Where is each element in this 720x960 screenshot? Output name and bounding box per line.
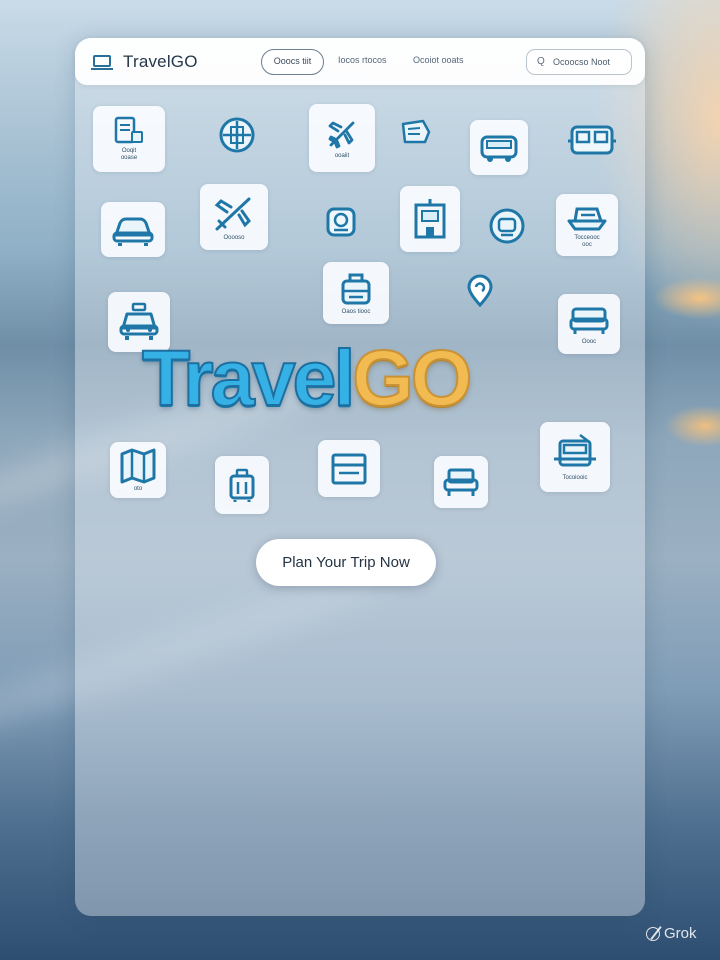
tile-bus[interactable] — [470, 120, 528, 175]
tile-itinerary[interactable]: Ooqit ooase — [93, 106, 165, 172]
search-icon: Q — [537, 56, 545, 67]
laptop-logo-icon — [91, 55, 113, 70]
watermark: Grok — [646, 925, 697, 942]
tile-caption: Tocceooc ooc — [574, 235, 600, 248]
hotel-building-icon — [414, 199, 446, 239]
nav-item-3[interactable]: Ocoiot ooats — [413, 55, 464, 65]
brand-name[interactable]: TravelGO — [123, 52, 198, 72]
globe-icon — [219, 117, 255, 153]
airplane-icon — [328, 121, 355, 148]
tile-sofa[interactable] — [434, 456, 488, 508]
tile-suitcase[interactable] — [215, 456, 269, 514]
tile-calendar[interactable] — [318, 440, 380, 497]
tile-caption: Ooqit ooase — [120, 148, 138, 161]
hero-logo-go: GO — [351, 332, 473, 423]
tile-cruise[interactable]: Tocceooc ooc — [556, 194, 618, 256]
tile-location-pin[interactable] — [462, 272, 498, 310]
passport-icon — [326, 207, 356, 237]
tile-map[interactable]: oto — [110, 442, 166, 498]
nav-item-1[interactable]: Ooocs tiit — [261, 49, 324, 75]
tile-tram[interactable]: Tocoiooic — [540, 422, 610, 492]
tile-bed[interactable]: Oooc — [558, 294, 620, 354]
calendar-icon — [331, 453, 367, 484]
compass-icon — [489, 208, 525, 244]
tile-compass[interactable] — [488, 206, 526, 246]
tile-airplane[interactable]: ooaiit — [309, 104, 375, 172]
car-icon — [112, 217, 154, 246]
map-icon — [120, 448, 156, 483]
plan-trip-button[interactable]: Plan Your Trip Now — [256, 539, 436, 586]
tile-caption: Oooc — [581, 338, 597, 345]
grok-logo-icon — [646, 926, 660, 941]
nav-item-2[interactable]: Iocos rtocos — [338, 55, 387, 65]
hero-logo: TravelGO — [141, 330, 473, 426]
tile-plane-departure[interactable]: Ooooso — [200, 184, 268, 250]
watermark-text: Grok — [664, 925, 697, 942]
tile-train[interactable] — [564, 118, 620, 164]
tile-caption: ooaiit — [334, 152, 350, 159]
sofa-icon — [443, 468, 479, 496]
luggage-icon — [341, 273, 371, 304]
tile-caption: oto — [133, 485, 143, 492]
tile-caption: Ooooso — [223, 234, 245, 241]
bus-icon — [480, 135, 518, 162]
itinerary-icon — [114, 116, 143, 144]
tile-globe[interactable] — [216, 114, 258, 156]
ticket-icon — [401, 119, 431, 144]
train-icon — [568, 125, 616, 155]
suitcase-icon — [229, 468, 255, 502]
tile-hotel-building[interactable] — [400, 186, 460, 252]
hero-logo-travel: Travel — [141, 332, 356, 423]
search-box[interactable]: Q — [526, 49, 632, 75]
plane-departure-icon — [214, 197, 251, 230]
cruise-icon — [567, 207, 607, 231]
location-pin-icon — [467, 274, 493, 308]
tile-caption: Tocoiooic — [562, 474, 588, 481]
bed-icon — [569, 307, 609, 334]
tile-caption: Oaos tiooc — [341, 308, 371, 315]
tile-passport[interactable] — [322, 204, 360, 240]
tram-icon — [554, 433, 596, 466]
search-input[interactable] — [553, 54, 627, 70]
tile-ticket[interactable] — [398, 116, 434, 148]
tile-car[interactable] — [101, 202, 165, 257]
tile-luggage[interactable]: Oaos tiooc — [323, 262, 389, 324]
